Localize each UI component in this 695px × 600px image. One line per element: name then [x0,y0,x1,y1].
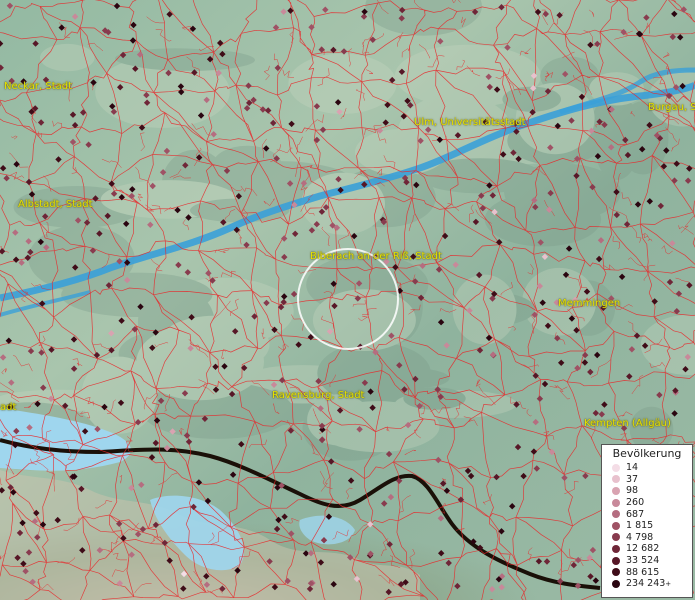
legend-label: 1 815 [626,520,654,532]
legend-items: 14 37 98 260 687 1 815 4 798 12 682 33 524 88 615… [602,462,692,590]
legend-item: 88 615 [602,566,692,578]
legend-title: Bevölkerung [612,447,682,460]
legend-item: 98 [602,485,692,497]
legend-swatch [612,463,620,472]
legend-item: 260 [602,497,692,509]
legend-swatch [612,498,620,507]
legend-plus: + [665,579,672,588]
legend-swatch [612,486,620,495]
legend-label: 14 [626,462,639,474]
hill-shade [355,129,447,176]
legend-swatch [612,544,620,553]
legend-label: 88 615 [626,566,660,578]
legend-swatch [612,568,620,577]
legend-label: 33 524 [626,555,660,567]
terrain-map [0,0,695,600]
legend-swatch [612,556,620,565]
legend-label: 234 243 [626,578,666,590]
hill-shade [40,43,95,72]
legend-label: 37 [626,473,639,485]
legend-label: 687 [626,508,645,520]
map-canvas[interactable]: Neckar, Stadt Burgau, S Ulm, Universität… [0,0,695,600]
legend-item: 12 682 [602,543,692,555]
legend-swatch [612,475,620,484]
hill-shade [403,387,466,410]
legend-item: 687 [602,508,692,520]
legend-swatch [612,521,620,530]
legend-swatch [612,579,620,588]
hill-shade [315,401,440,453]
hill-shade [212,145,282,186]
legend-label: 260 [626,497,645,509]
legend-label: 4 798 [626,531,654,543]
legend-swatch [612,533,620,542]
legend-item: 4 798 [602,532,692,544]
legend-swatch [612,510,620,519]
legend-label: 98 [626,485,639,497]
legend-item: 14 [602,462,692,474]
population-legend: Bevölkerung 14 37 98 260 687 1 815 4 798 12 682… [601,444,693,598]
legend-item: 234 243 + [602,578,692,590]
legend-item: 37 [602,474,692,486]
hill-shade [288,53,397,114]
hill-shade [504,163,621,221]
legend-label: 12 682 [626,543,660,555]
legend-item: 1 815 [602,520,692,532]
legend-item: 33 524 [602,555,692,567]
